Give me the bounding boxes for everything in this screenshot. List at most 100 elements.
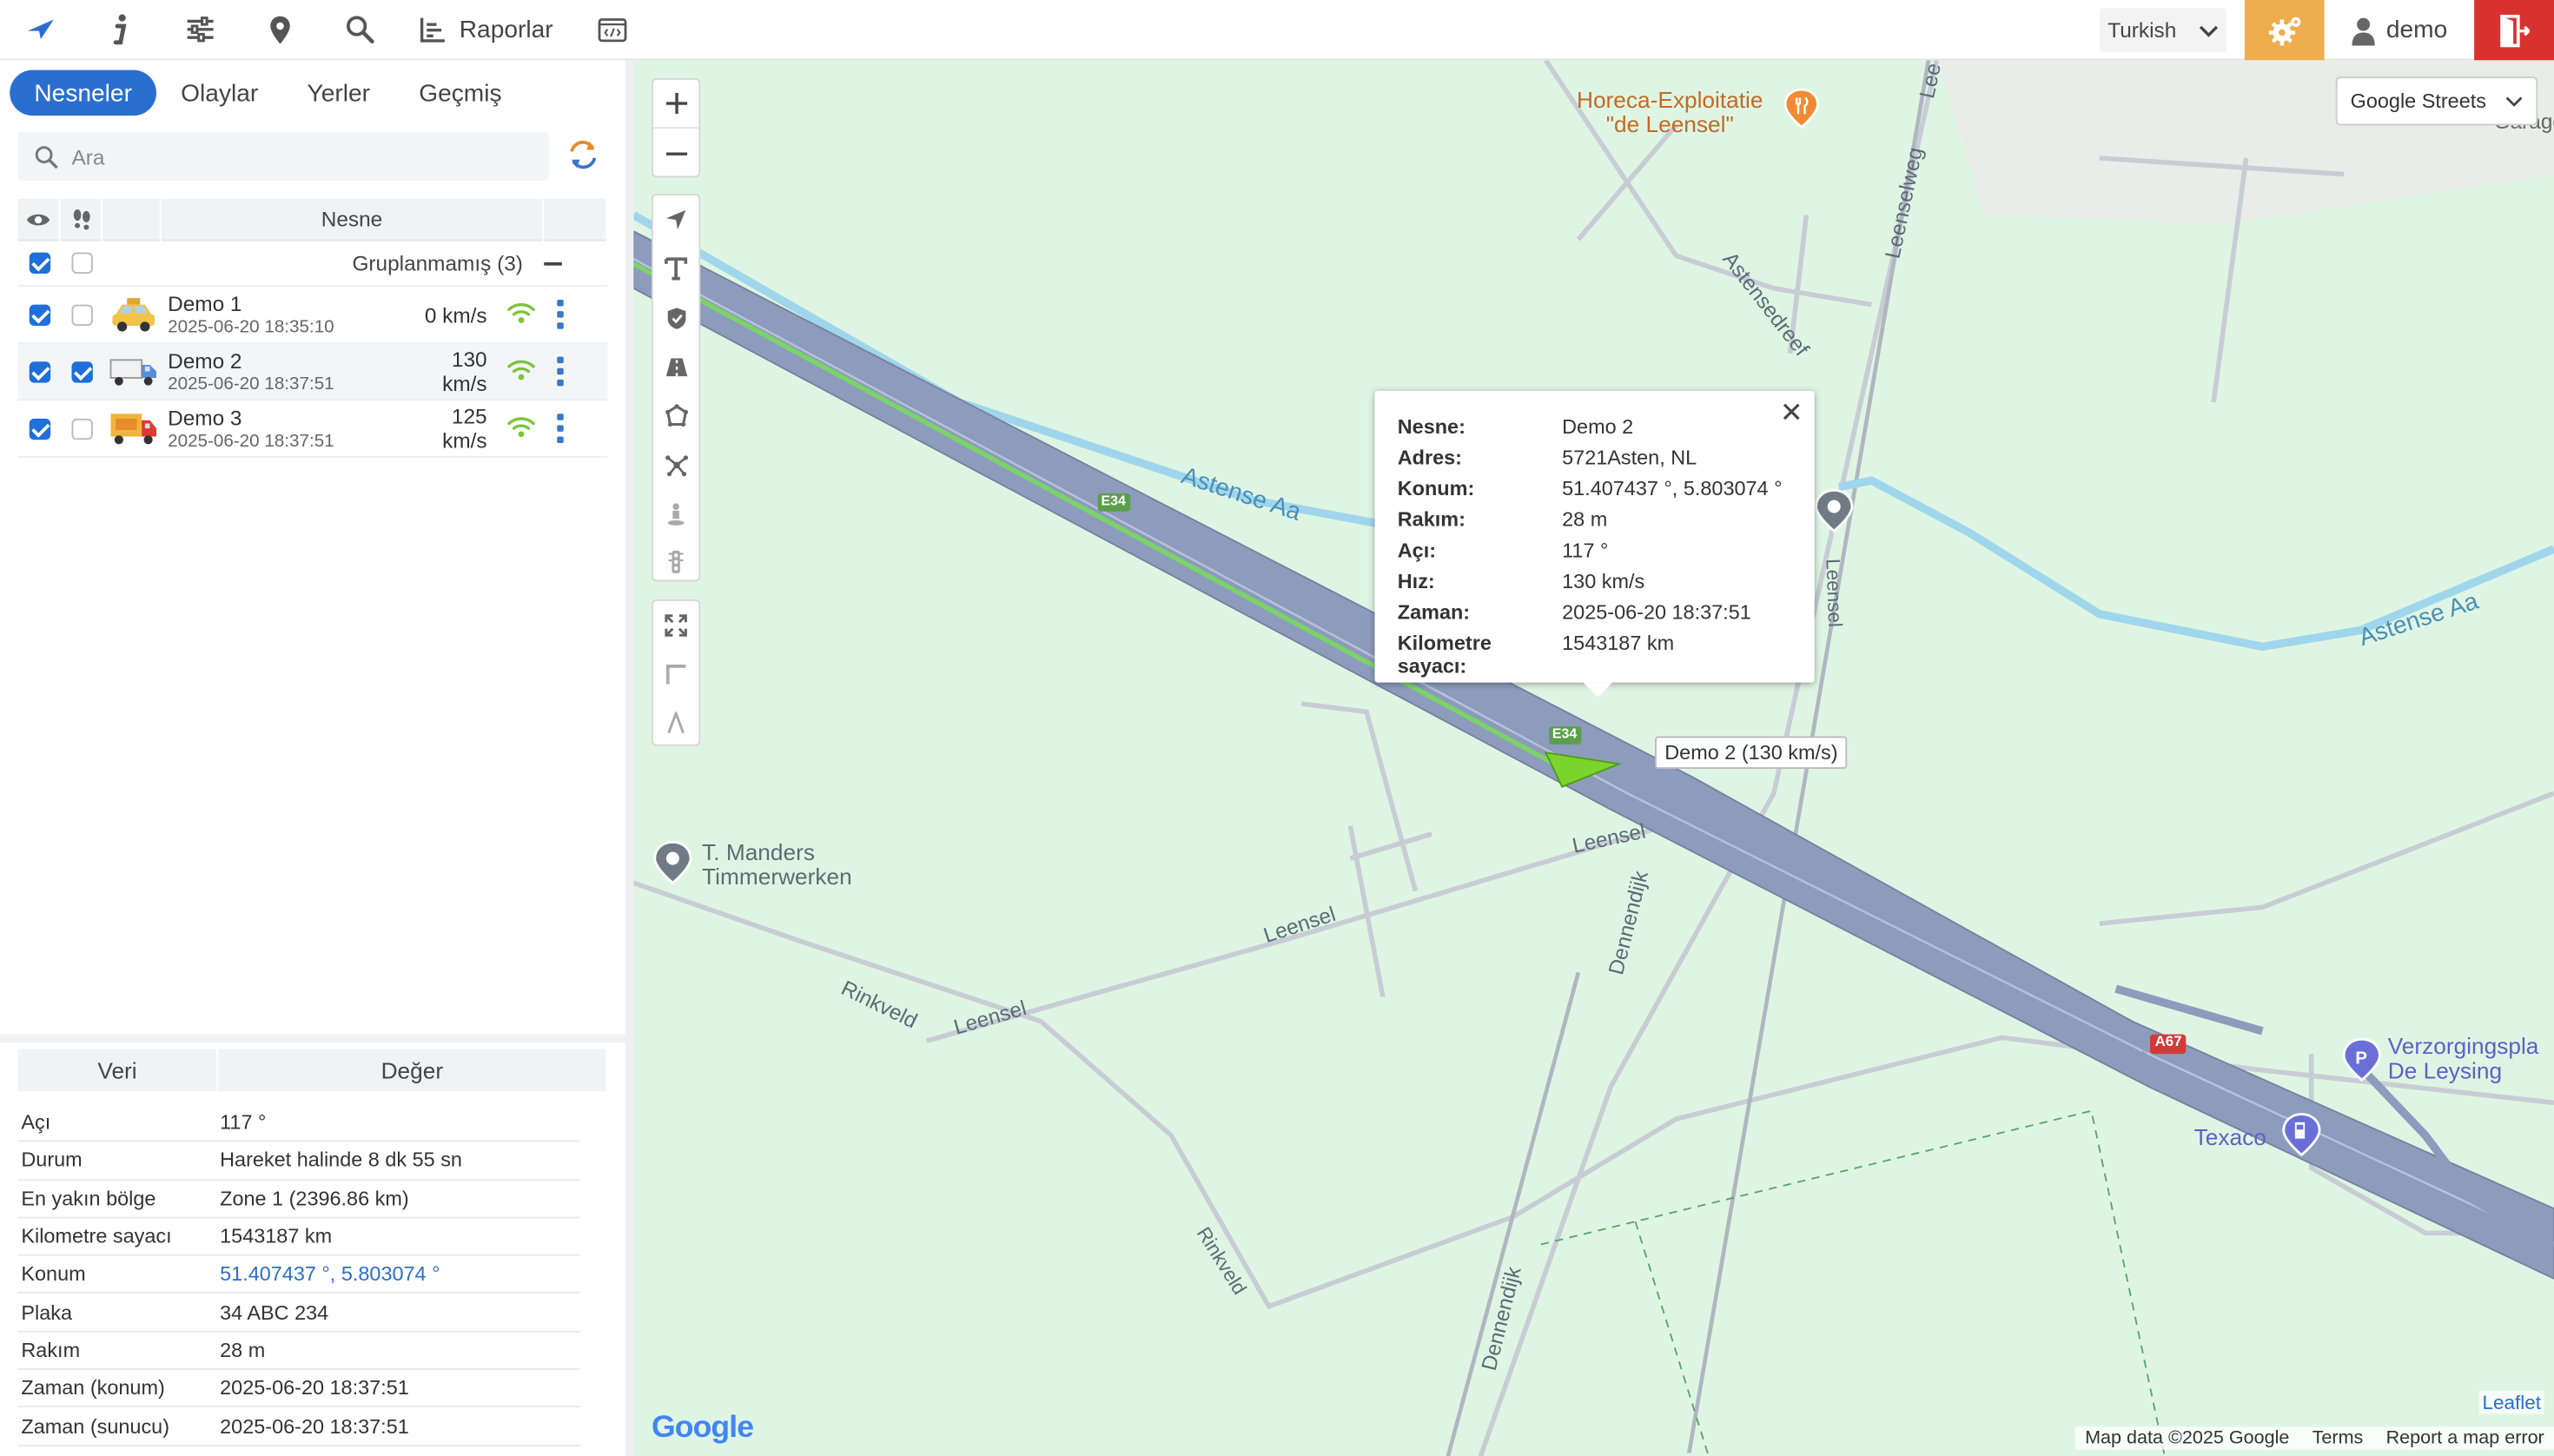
- fuel-pin-icon[interactable]: [2282, 1113, 2321, 1157]
- objects-table-header: Nesne: [17, 197, 608, 242]
- horizontal-splitter[interactable]: [0, 1034, 625, 1042]
- poi-rest-area[interactable]: Verzorgingspla De Leysing: [2388, 1034, 2539, 1083]
- nav-arrow-icon[interactable]: [653, 195, 699, 244]
- details-row: Rakım 28 m: [17, 1332, 580, 1371]
- map-tiles: [633, 60, 2554, 1456]
- object-row-demo-2[interactable]: Demo 2 2025-06-20 18:37:51 130 km/s: [17, 343, 608, 401]
- object-name: Demo 3: [168, 404, 242, 430]
- detail-value: 2025-06-20 18:37:51: [220, 1414, 409, 1438]
- detail-value: 117 °: [220, 1111, 267, 1135]
- tab-objects[interactable]: Nesneler: [10, 69, 157, 116]
- popup-coordinates-link[interactable]: 51.407437 °, 5.803074 °: [1562, 477, 1782, 500]
- details-header-key: Veri: [18, 1049, 219, 1092]
- sliders-icon[interactable]: [160, 0, 240, 59]
- logout-button[interactable]: [2474, 0, 2554, 61]
- detail-key: Konum: [21, 1262, 86, 1286]
- plus-icon: [665, 92, 687, 115]
- parking-pin-icon[interactable]: P: [2342, 1037, 2381, 1082]
- zoom-out-button[interactable]: [653, 129, 699, 177]
- collapse-icon[interactable]: [536, 261, 569, 265]
- navigation-arrow-icon[interactable]: [0, 0, 80, 59]
- header-actions-col: [544, 197, 608, 241]
- tab-places[interactable]: Yerler: [282, 70, 394, 116]
- group-visible-checkbox[interactable]: [18, 252, 61, 274]
- ruler-icon[interactable]: [653, 650, 699, 698]
- settings-button[interactable]: [2244, 0, 2325, 61]
- popup-key: Adres:: [1397, 446, 1462, 469]
- fit-bounds-icon[interactable]: [653, 601, 699, 650]
- poi-texaco[interactable]: Texaco: [2194, 1125, 2266, 1150]
- poi-pin-icon[interactable]: [653, 840, 692, 885]
- poi-pin-icon[interactable]: [1815, 488, 1854, 533]
- eye-icon[interactable]: [18, 197, 61, 241]
- object-speed: 0 km/s: [424, 301, 487, 327]
- user-name: demo: [2385, 16, 2448, 44]
- row-menu-icon[interactable]: [557, 356, 564, 391]
- language-value: Turkish: [2107, 17, 2177, 43]
- footprints-icon[interactable]: [60, 197, 103, 241]
- road-icon[interactable]: [653, 342, 699, 391]
- search-input[interactable]: [71, 143, 528, 169]
- detail-value: Zone 1 (2396.86 km): [220, 1187, 409, 1210]
- poi-restaurant[interactable]: Horeca-Exploitatie "de Leensel": [1577, 86, 1763, 136]
- report-error-link[interactable]: Report a map error: [2386, 1428, 2544, 1448]
- code-window-icon[interactable]: [572, 0, 652, 59]
- popup-value: Demo 2: [1562, 415, 1634, 439]
- coordinates-link[interactable]: 51.407437 °, 5.803074 °: [220, 1263, 440, 1286]
- terms-link[interactable]: Terms: [2312, 1428, 2364, 1448]
- row-menu-icon[interactable]: [557, 414, 564, 447]
- tab-history[interactable]: Geçmiş: [394, 70, 526, 116]
- poi-carpenter[interactable]: T. Manders Timmerwerken: [702, 840, 852, 890]
- tab-events[interactable]: Olaylar: [156, 70, 282, 116]
- object-time: 2025-06-20 18:35:10: [168, 316, 334, 337]
- object-row-demo-3[interactable]: Demo 3 2025-06-20 18:37:51 125 km/s: [17, 400, 608, 458]
- shield-icon[interactable]: [653, 294, 699, 342]
- leaflet-link[interactable]: Leaflet: [2478, 1391, 2544, 1414]
- row-menu-icon[interactable]: [557, 300, 564, 334]
- restaurant-pin-icon[interactable]: [1783, 88, 1819, 129]
- follow-checkbox[interactable]: [60, 417, 103, 440]
- reports-menu[interactable]: Raporlar: [399, 0, 572, 59]
- popup-row: Rakım: 28 m: [1398, 508, 1607, 531]
- detail-value: 28 m: [220, 1339, 266, 1362]
- object-row-demo-1[interactable]: Demo 1 2025-06-20 18:35:10 0 km/s: [17, 287, 608, 344]
- minus-icon: [665, 151, 687, 155]
- close-icon[interactable]: ✕: [1780, 398, 1803, 431]
- truck-icon: [103, 355, 164, 388]
- poi-line: Horeca-Exploitatie: [1577, 86, 1763, 113]
- popup-key: Zaman:: [1397, 600, 1471, 625]
- detail-key: Rakım: [21, 1339, 81, 1362]
- visible-checkbox[interactable]: [18, 361, 61, 382]
- language-select[interactable]: Turkish: [2099, 8, 2227, 52]
- group-follow-checkbox[interactable]: [60, 252, 103, 274]
- popup-key: Hız:: [1397, 570, 1435, 593]
- follow-checkbox[interactable]: [60, 303, 103, 326]
- user-menu[interactable]: demo: [2329, 0, 2472, 60]
- details-row: Zaman (konum) 2025-06-20 18:37:51: [17, 1370, 580, 1408]
- detail-value: 34 ABC 234: [220, 1300, 329, 1324]
- map-layer-select[interactable]: Google Streets: [2335, 76, 2538, 126]
- detail-key: Durum: [21, 1148, 83, 1172]
- street-view-icon[interactable]: [653, 489, 699, 538]
- detail-key: Açı: [21, 1111, 51, 1135]
- visible-checkbox[interactable]: [18, 303, 61, 326]
- info-icon[interactable]: [80, 0, 160, 59]
- map[interactable]: E34 E34 A67 Astense Aa Astense Aa Astens…: [633, 60, 2554, 1456]
- refresh-icon[interactable]: [566, 137, 601, 173]
- detail-key: Plaka: [21, 1300, 73, 1324]
- a67-label: A67: [2154, 1032, 2182, 1049]
- map-marker-icon[interactable]: [240, 0, 320, 59]
- text-tool-icon[interactable]: [653, 244, 699, 293]
- vertical-splitter[interactable]: [625, 60, 634, 1456]
- follow-checkbox[interactable]: [60, 361, 103, 382]
- search-icon[interactable]: [320, 0, 400, 59]
- poi-line: Timmerwerken: [702, 863, 852, 890]
- cluster-icon[interactable]: [653, 440, 699, 488]
- popup-key: Kilometre sayacı:: [1397, 632, 1492, 678]
- measure-angle-icon[interactable]: [653, 698, 699, 747]
- zoom-in-button[interactable]: [652, 80, 699, 129]
- e34-label: E34: [1101, 492, 1126, 508]
- traffic-light-icon[interactable]: [653, 538, 699, 586]
- geofence-icon[interactable]: [653, 391, 699, 440]
- visible-checkbox[interactable]: [18, 417, 61, 440]
